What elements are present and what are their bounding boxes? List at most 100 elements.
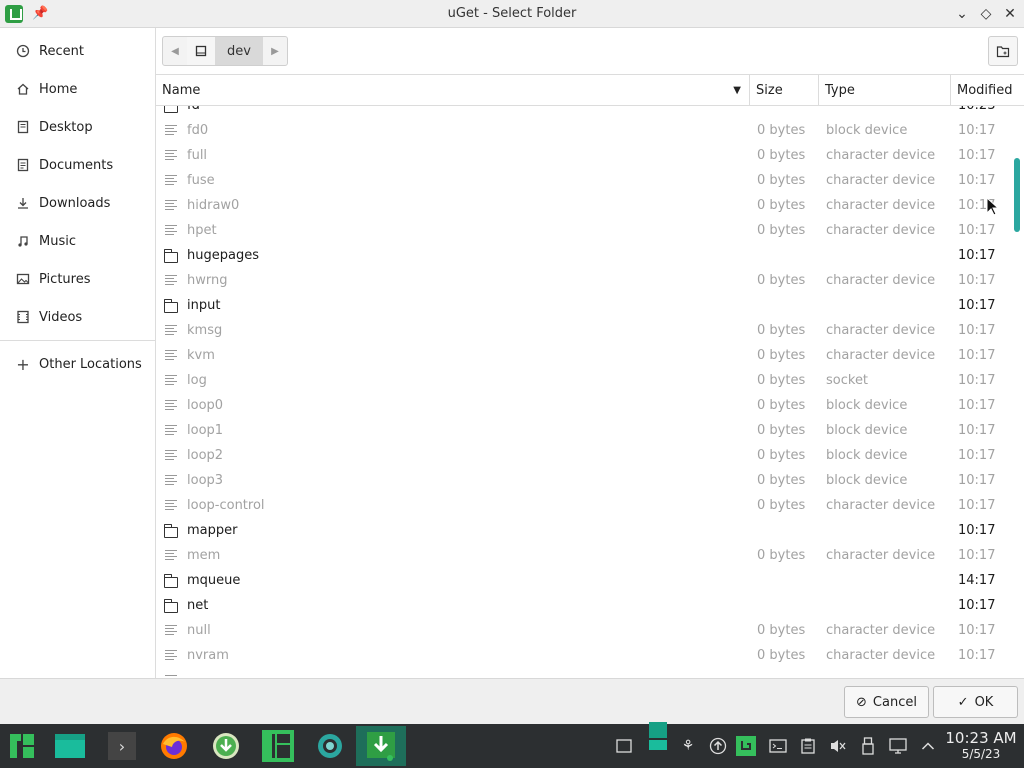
update-icon[interactable] [708, 736, 728, 756]
file-row[interactable]: hugepages 10:17 [156, 244, 1012, 269]
manjaro-menu-icon[interactable] [2, 726, 42, 766]
file-modified: 10:17 [958, 148, 996, 163]
file-row[interactable]: nvram 0 bytes character device 10:17 [156, 644, 1012, 669]
file-name: loop2 [187, 448, 224, 463]
path-right-arrow-icon[interactable]: ▶ [263, 37, 287, 65]
ok-button[interactable]: ✓ OK [933, 686, 1018, 718]
column-type[interactable]: Type [819, 75, 951, 105]
sidebar-item-music[interactable]: Music [0, 226, 155, 256]
file-name: full [187, 148, 208, 163]
file-row[interactable]: net 10:17 [156, 594, 1012, 619]
column-type-label: Type [825, 82, 855, 98]
sidebar-item-documents[interactable]: Documents [0, 150, 155, 180]
file-type: block device [826, 398, 908, 413]
file-row[interactable]: mem 0 bytes character device 10:17 [156, 544, 1012, 569]
column-modified[interactable]: Modified [951, 75, 1024, 105]
vertical-scrollbar[interactable] [1012, 106, 1024, 678]
minimize-button[interactable]: ⌄ [952, 4, 972, 24]
new-folder-button[interactable] [988, 36, 1018, 66]
clock-date[interactable]: 5/5/23 [944, 747, 1018, 761]
file-type: character device [826, 223, 936, 238]
file-type: character device [826, 348, 936, 363]
file-row[interactable]: kmsg 0 bytes character device 10:17 [156, 319, 1012, 344]
file-row[interactable]: fuse 0 bytes character device 10:17 [156, 169, 1012, 194]
file-type: character device [826, 498, 936, 513]
file-row[interactable]: hidraw0 0 bytes character device 10:17 [156, 194, 1012, 219]
volume-muted-icon[interactable] [828, 736, 848, 756]
file-modified: 10:23 [958, 106, 995, 113]
terminal-tray-icon[interactable] [768, 736, 788, 756]
usb-icon[interactable] [858, 736, 878, 756]
uget-tray-icon[interactable] [736, 736, 756, 756]
sidebar-item-downloads[interactable]: Downloads [0, 188, 155, 218]
sidebar-item-label: Music [39, 233, 76, 249]
file-modified: 10:17 [958, 498, 996, 513]
display-icon[interactable] [648, 722, 668, 750]
column-name[interactable]: Name ▼ [156, 75, 750, 105]
text-file-icon [164, 149, 178, 163]
obs-icon[interactable] [310, 726, 350, 766]
file-row[interactable]: loop-control 0 bytes character device 10:17 [156, 494, 1012, 519]
file-row[interactable]: mqueue 14:17 [156, 569, 1012, 594]
file-modified: 10:17 [958, 623, 996, 638]
file-modified: 10:17 [958, 298, 996, 313]
file-row[interactable]: hwrng 0 bytes character device 10:17 [156, 269, 1012, 294]
clock-time[interactable]: 10:23 AM [944, 729, 1018, 747]
text-file-icon [164, 474, 178, 488]
sidebar-item-home[interactable]: Home [0, 74, 155, 104]
file-modified: 10:17 [958, 323, 996, 338]
file-name: kvm [187, 348, 215, 363]
file-modified: 10:17 [958, 248, 996, 263]
file-row[interactable]: fd0 0 bytes block device 10:17 [156, 119, 1012, 144]
uget-download-icon[interactable] [206, 726, 246, 766]
firefox-icon[interactable] [154, 726, 194, 766]
file-row[interactable]: fd 10:23 [156, 106, 1012, 119]
close-button[interactable]: ✕ [1000, 4, 1020, 24]
file-modified: 10:17 [958, 598, 996, 613]
uget-active-icon[interactable] [356, 726, 406, 766]
column-size[interactable]: Size [750, 75, 819, 105]
clipboard-icon[interactable] [798, 736, 818, 756]
window-icon[interactable] [614, 736, 634, 756]
monitor-icon[interactable] [888, 736, 908, 756]
file-modified: 10:17 [958, 523, 996, 538]
terminal-icon[interactable]: › [102, 726, 142, 766]
file-type: character device [826, 323, 936, 338]
path-segment-dev[interactable]: dev [215, 37, 263, 65]
scrollbar-thumb[interactable] [1014, 158, 1020, 232]
mouse-cursor-icon [986, 197, 998, 216]
file-row[interactable]: null 0 bytes character device 10:17 [156, 619, 1012, 644]
sidebar-item-recent[interactable]: Recent [0, 36, 155, 66]
maximize-button[interactable]: ◇ [976, 4, 996, 24]
file-list[interactable]: fd 10:23 fd0 0 bytes block device 10:17 full 0 … [156, 106, 1012, 678]
file-row[interactable]: mapper 10:17 [156, 519, 1012, 544]
file-row[interactable]: loop1 0 bytes block device 10:17 [156, 419, 1012, 444]
sidebar-item-pictures[interactable]: Pictures [0, 264, 155, 294]
file-manager-icon[interactable] [50, 726, 90, 766]
manjaro-settings-icon[interactable] [258, 726, 298, 766]
drive-root-button[interactable] [187, 37, 215, 65]
home-icon [15, 81, 31, 97]
sidebar-item-videos[interactable]: Videos [0, 302, 155, 332]
file-size: 0 bytes [757, 398, 806, 413]
file-name: kmsg [187, 323, 223, 338]
cancel-button[interactable]: ⊘ Cancel [844, 686, 929, 718]
video-icon [15, 309, 31, 325]
file-row[interactable] [156, 669, 1012, 678]
file-row[interactable]: log 0 bytes socket 10:17 [156, 369, 1012, 394]
file-row[interactable]: input 10:17 [156, 294, 1012, 319]
file-name: mapper [187, 523, 238, 538]
chevron-up-icon[interactable] [918, 736, 938, 756]
sidebar-item-other-locations[interactable]: + Other Locations [0, 349, 155, 379]
sidebar-item-desktop[interactable]: Desktop [0, 112, 155, 142]
file-row[interactable]: hpet 0 bytes character device 10:17 [156, 219, 1012, 244]
file-row[interactable]: full 0 bytes character device 10:17 [156, 144, 1012, 169]
file-row[interactable]: kvm 0 bytes character device 10:17 [156, 344, 1012, 369]
network-icon[interactable]: ⚘ [678, 736, 698, 756]
path-left-arrow-icon[interactable]: ◀ [163, 37, 187, 65]
file-row[interactable]: loop2 0 bytes block device 10:17 [156, 444, 1012, 469]
file-modified: 10:17 [958, 423, 996, 438]
file-row[interactable]: loop3 0 bytes block device 10:17 [156, 469, 1012, 494]
text-file-icon [164, 449, 178, 463]
file-row[interactable]: loop0 0 bytes block device 10:17 [156, 394, 1012, 419]
